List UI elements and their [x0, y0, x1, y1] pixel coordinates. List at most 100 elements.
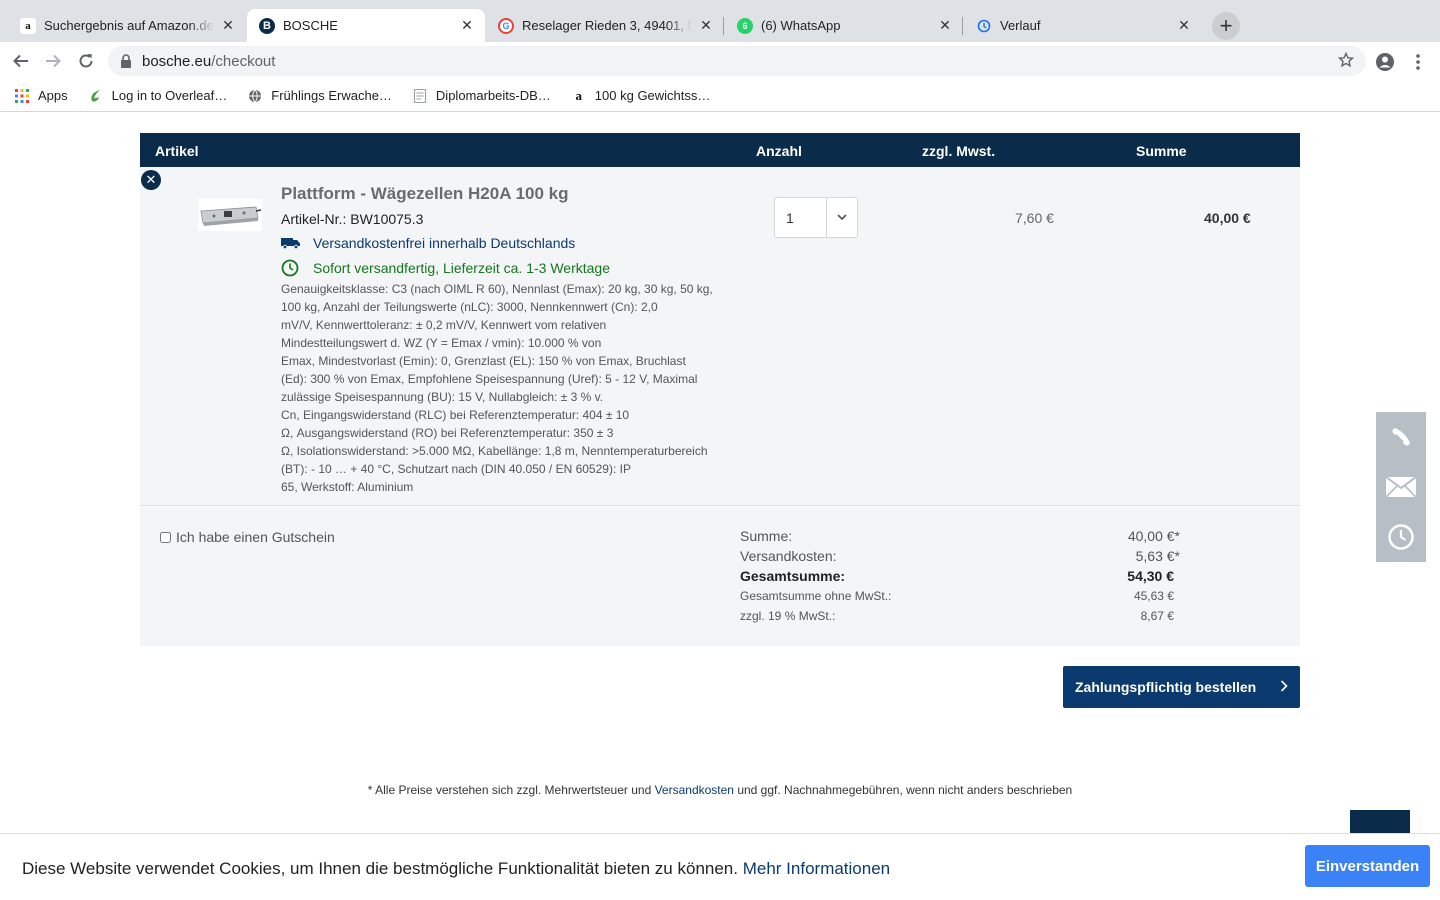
phone-icon[interactable] [1376, 412, 1426, 462]
close-icon[interactable]: ✕ [220, 17, 236, 34]
shipping-costs-link[interactable]: Versandkosten [655, 783, 734, 797]
summary-shipping-value: 5,63 €* [1135, 548, 1180, 564]
tab-title: Suchergebnis auf Amazon.de f [44, 18, 214, 33]
tab-amazon[interactable]: a Suchergebnis auf Amazon.de f ✕ [8, 9, 246, 42]
history-icon [976, 18, 992, 34]
menu-kebab-icon[interactable] [1410, 51, 1426, 73]
cart-item-row: ✕ Plattform - Wägezellen H20A 100 kg Art… [140, 167, 1300, 506]
browser-toolbar: bosche.eu/checkout [0, 42, 1440, 80]
tab-whatsapp[interactable]: 6 (6) WhatsApp ✕ [725, 9, 963, 42]
footnote-text-end: und ggf. Nachnahmegebühren, wenn nicht a… [733, 783, 1073, 797]
availability-info: Sofort versandfertig, Lieferzeit ca. 1-3… [281, 259, 610, 277]
tab-title: Verlauf [1000, 18, 1041, 33]
product-thumbnail[interactable] [198, 199, 262, 231]
voucher-toggle[interactable]: Ich habe einen Gutschein [160, 529, 335, 545]
summary-vat-value: 8,67 € [1140, 609, 1174, 623]
close-icon[interactable]: ✕ [698, 17, 714, 34]
tab-title: BOSCHE [283, 18, 338, 33]
bookmark-fruehlings[interactable]: Frühlings Erwache… [247, 88, 392, 104]
availability-text: Sofort versandfertig, Lieferzeit ca. 1-3… [313, 260, 610, 276]
description-line: 100 kg, Anzahl der Teilungswerte (nLC): … [281, 300, 658, 314]
bookmark-star-icon[interactable] [1337, 51, 1355, 72]
description-line: Cn, Eingangswiderstand (RLC) bei Referen… [281, 408, 630, 422]
lock-icon [120, 54, 132, 68]
document-icon [412, 88, 428, 104]
tab-bosche[interactable]: B BOSCHE ✕ [247, 9, 485, 42]
footnote-text: * Alle Preise verstehen sich zzgl. Mehrw… [367, 783, 655, 797]
voucher-checkbox[interactable] [160, 531, 171, 543]
quantity-select[interactable]: 1 [774, 197, 858, 238]
back-arrow-icon[interactable] [8, 48, 34, 74]
shipping-info: Versandkostenfrei innerhalb Deutschlands [281, 235, 575, 251]
place-order-button[interactable]: Zahlungspflichtig bestellen [1063, 666, 1300, 708]
bookmark-overleaf[interactable]: Log in to Overleaf… [88, 88, 228, 104]
tab-separator [723, 17, 724, 35]
description-line: Emax, Mindestvorlast (Emin): 0, Grenzlas… [281, 354, 686, 368]
description-line: 65, Werkstoff: Aluminium [281, 480, 414, 494]
summary-grand-value: 54,30 € [1127, 568, 1174, 584]
description-line: (Ed): 300 % von Emax, Empfohlene Speises… [281, 372, 698, 386]
chevron-down-icon [826, 198, 857, 237]
bookmark-apps[interactable]: Apps [14, 88, 68, 104]
close-icon[interactable]: ✕ [1176, 17, 1192, 34]
close-icon[interactable]: ✕ [459, 17, 475, 34]
tab-history[interactable]: Verlauf ✕ [964, 9, 1202, 42]
checkout-page: Artikel Anzahl zzgl. Mwst. Summe ✕ Platt… [0, 112, 1440, 900]
description-line: Ω, Ausgangswiderstand (RO) bei Referenzt… [281, 426, 614, 440]
tab-title: (6) WhatsApp [761, 18, 841, 33]
forward-arrow-icon[interactable] [40, 48, 66, 74]
cart-table-header: Artikel Anzahl zzgl. Mwst. Summe [140, 133, 1300, 167]
bookmark-label: Diplomarbeits-DB… [435, 88, 551, 103]
bookmark-label: Frühlings Erwache… [271, 88, 392, 103]
description-line: Ω, Isolationswiderstand: >5.000 MΩ, Kabe… [281, 444, 708, 458]
item-total: 40,00 € [1204, 210, 1251, 226]
summary-shipping-label: Versandkosten: [740, 548, 837, 564]
opening-hours-clock-icon[interactable] [1376, 512, 1426, 562]
description-line: Mindestteilungswert d. WZ (Y = Emax / vm… [281, 336, 602, 350]
bosche-icon: B [259, 17, 275, 34]
bookmark-gewichts[interactable]: a 100 kg Gewichtss… [571, 88, 711, 104]
summary-vat-label: zzgl. 19 % MwSt.: [740, 609, 836, 623]
close-icon[interactable]: ✕ [937, 17, 953, 34]
cookie-message: Diese Website verwendet Cookies, um Ihne… [22, 859, 743, 878]
cookie-accept-button[interactable]: Einverstanden [1305, 845, 1430, 887]
globe-icon [247, 88, 263, 104]
bookmark-diplomarbeits[interactable]: Diplomarbeits-DB… [412, 88, 551, 104]
shipping-text: Versandkostenfrei innerhalb Deutschlands [313, 235, 576, 251]
header-article: Artikel [155, 143, 199, 159]
remove-item-icon[interactable]: ✕ [141, 170, 161, 190]
place-order-label: Zahlungspflichtig bestellen [1075, 679, 1257, 695]
apps-grid-icon [14, 88, 30, 104]
url-path: /checkout [211, 52, 276, 70]
tab-separator [962, 17, 963, 35]
cookie-more-info-link[interactable]: Mehr Informationen [743, 859, 890, 878]
url-host: bosche.eu [142, 52, 212, 70]
description-line: (BT): - 10 … + 40 °C, Schutzart nach (DI… [281, 462, 631, 476]
product-name[interactable]: Plattform - Wägezellen H20A 100 kg [281, 184, 569, 204]
item-tax: 7,60 € [1015, 210, 1054, 226]
new-tab-button[interactable]: + [1212, 12, 1240, 40]
scroll-to-top-button[interactable] [1350, 810, 1410, 834]
profile-avatar-icon[interactable] [1374, 51, 1396, 73]
bookmark-label: Apps [38, 88, 68, 103]
description-line: mV/V, Kennwerttoleranz: ± 0,2 mV/V, Kenn… [281, 318, 607, 332]
summary-net-label: Gesamtsumme ohne MwSt.: [740, 589, 892, 603]
amazon-icon: a [575, 87, 583, 103]
mail-icon[interactable] [1376, 462, 1426, 512]
product-description: Genauigkeitsklasse: C3 (nach OIML R 60),… [281, 280, 731, 496]
header-sum: Summe [1136, 143, 1187, 159]
bookmarks-bar: Apps Log in to Overleaf… Frühlings Erwac… [0, 80, 1440, 112]
reload-icon[interactable] [73, 48, 99, 74]
voucher-label: Ich habe einen Gutschein [176, 529, 335, 545]
cookie-banner: Diese Website verwendet Cookies, um Ihne… [0, 833, 1440, 900]
address-bar[interactable]: bosche.eu/checkout [108, 46, 1366, 76]
contact-side-panel [1376, 412, 1426, 562]
summary-sum-value: 40,00 €* [1127, 528, 1180, 544]
bookmark-label: 100 kg Gewichtss… [594, 88, 711, 103]
chevron-right-icon [1280, 679, 1288, 696]
tab-google-maps[interactable]: G Reselager Rieden 3, 49401, Da ✕ [486, 9, 724, 42]
truck-icon [281, 237, 300, 249]
summary-net-value: 45,63 € [1133, 589, 1174, 603]
bookmark-label: Log in to Overleaf… [111, 88, 228, 103]
summary-sum-label: Summe: [740, 528, 793, 544]
